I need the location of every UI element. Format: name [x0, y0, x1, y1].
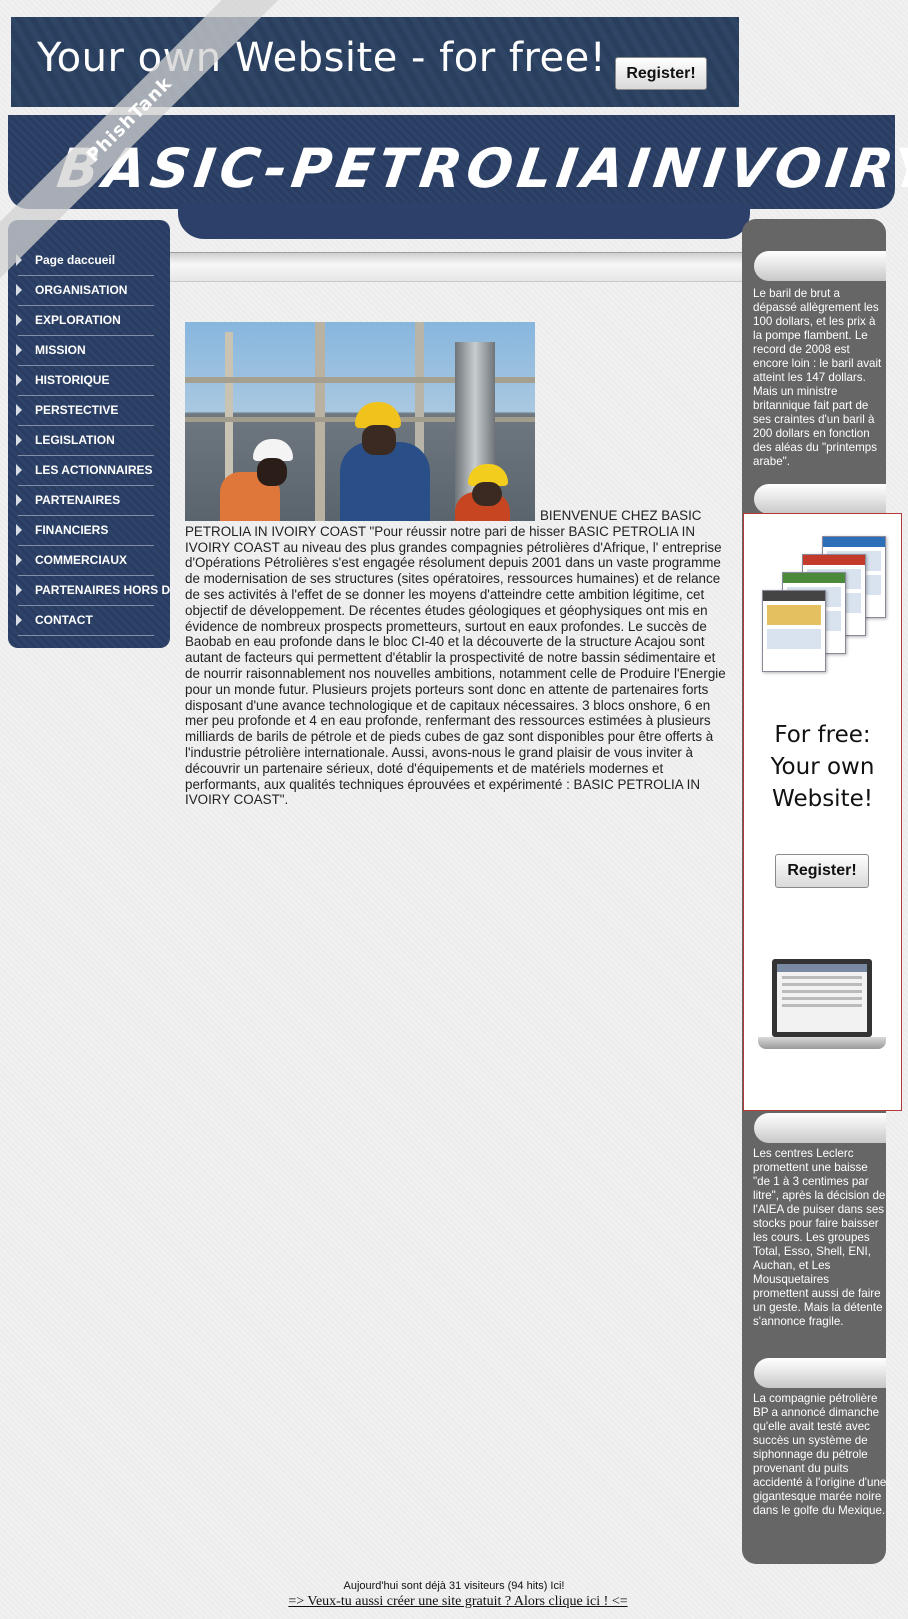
arrow-right-icon — [16, 524, 22, 536]
nav-item-actionnaires[interactable]: LES ACTIONNAIRES — [8, 456, 170, 486]
nav-item-partenaires[interactable]: PARTENAIRES — [8, 486, 170, 516]
nav-item-label[interactable]: ORGANISATION — [35, 283, 127, 297]
pill-header — [754, 484, 886, 514]
arrow-right-icon — [16, 584, 22, 596]
pill-header — [754, 1113, 886, 1143]
nav-item-label[interactable]: HISTORIQUE — [35, 373, 109, 387]
nav-item-label[interactable]: PARTENAIRES HORS D — [35, 583, 170, 597]
nav-item-accueil[interactable]: Page daccueil — [8, 246, 170, 276]
welcome-article: BIENVENUE CHEZ BASIC PETROLIA IN IVOIRY … — [185, 508, 726, 808]
nav-item-contact[interactable]: CONTACT — [8, 606, 170, 636]
sidebar-nav: Page daccueil ORGANISATION EXPLORATION M… — [8, 220, 170, 648]
nav-item-label[interactable]: CONTACT — [35, 613, 93, 627]
nav-item-label[interactable]: FINANCIERS — [35, 523, 108, 537]
header-tab — [178, 203, 750, 239]
nav-item-commerciaux[interactable]: COMMERCIAUX — [8, 546, 170, 576]
side-ad-copy: For free: Your own Website! — [744, 719, 901, 815]
nav-item-perstective[interactable]: PERSTECTIVE — [8, 396, 170, 426]
pill-header — [754, 1358, 886, 1388]
news-item-1: Le baril de brut a dépassé allègrement l… — [753, 287, 882, 468]
top-ad-banner[interactable]: Your own Website - for free! Register! — [11, 17, 739, 107]
nav-item-legislation[interactable]: LEGISLATION — [8, 426, 170, 456]
nav-item-financiers[interactable]: FINANCIERS — [8, 516, 170, 546]
nav-item-label[interactable]: PERSTECTIVE — [35, 403, 118, 417]
arrow-right-icon — [16, 494, 22, 506]
nav-item-label[interactable]: EXPLORATION — [35, 313, 121, 327]
main-content: BIENVENUE CHEZ BASIC PETROLIA IN IVOIRY … — [185, 322, 727, 808]
side-ad-line: Your own — [770, 754, 875, 780]
create-site-link[interactable]: => Veux-tu aussi créer une site gratuit … — [0, 1594, 908, 1610]
arrow-right-icon — [16, 404, 22, 416]
laptop-graphic — [754, 959, 890, 1079]
nav-item-historique[interactable]: HISTORIQUE — [8, 366, 170, 396]
arrow-right-icon — [16, 344, 22, 356]
news-item-3: La compagnie pétrolière BP a annoncé dim… — [753, 1392, 887, 1517]
ad-register-button[interactable]: Register! — [615, 57, 707, 90]
arrow-right-icon — [16, 554, 22, 566]
news-item-2: Les centres Leclerc promettent une baiss… — [753, 1147, 886, 1328]
arrow-right-icon — [16, 434, 22, 446]
oil-workers-photo — [185, 322, 535, 521]
side-ad-register-button[interactable]: Register! — [775, 854, 869, 888]
pill-header — [754, 251, 886, 281]
nav-item-label[interactable]: PARTENAIRES — [35, 493, 120, 507]
site-title: BASIC-PETROLIAINIVOIRY — [53, 137, 908, 200]
content-divider — [170, 252, 742, 282]
arrow-right-icon — [16, 374, 22, 386]
side-ad-banner[interactable]: For free: Your own Website! Register! — [743, 513, 902, 1111]
side-ad-line: For free: — [774, 722, 871, 748]
arrow-right-icon — [16, 314, 22, 326]
arrow-right-icon — [16, 614, 22, 626]
nav-item-label[interactable]: MISSION — [35, 343, 86, 357]
nav-item-organisation[interactable]: ORGANISATION — [8, 276, 170, 306]
nav-item-partenaires-hors[interactable]: PARTENAIRES HORS D — [8, 576, 170, 606]
nav-item-label[interactable]: COMMERCIAUX — [35, 553, 127, 567]
nav-item-label[interactable]: LEGISLATION — [35, 433, 115, 447]
visitor-counter: Aujourd'hui sont déjà 31 visiteurs (94 h… — [343, 1580, 565, 1592]
nav-item-label[interactable]: Page daccueil — [35, 253, 115, 267]
arrow-right-icon — [16, 464, 22, 476]
nav-item-label[interactable]: LES ACTIONNAIRES — [35, 463, 153, 477]
ad-headline: Your own Website - for free! — [37, 35, 607, 81]
website-screens-graphic — [758, 536, 888, 686]
nav-item-mission[interactable]: MISSION — [8, 336, 170, 366]
nav-item-exploration[interactable]: EXPLORATION — [8, 306, 170, 336]
arrow-right-icon — [16, 284, 22, 296]
side-ad-line: Website! — [772, 786, 873, 812]
